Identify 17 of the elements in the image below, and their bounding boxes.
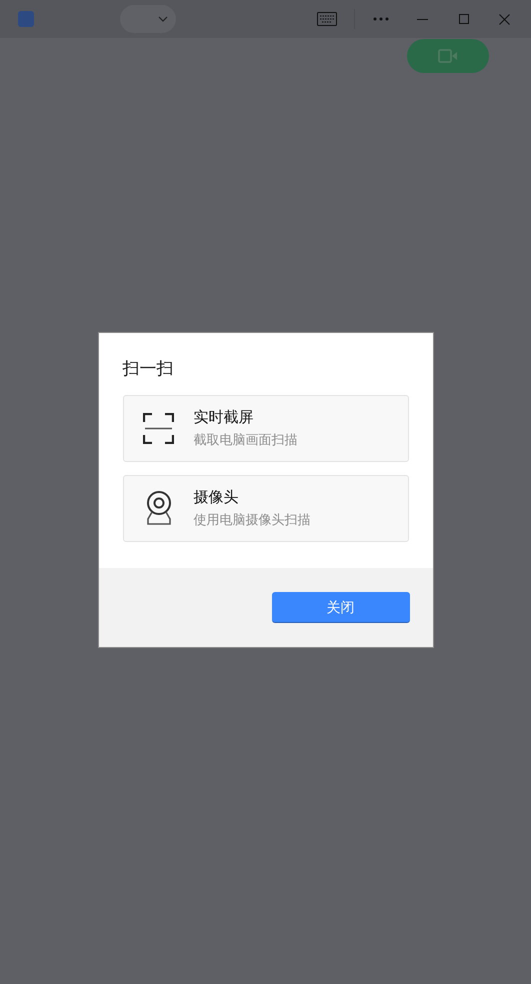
option-title: 实时截屏: [194, 408, 254, 428]
dialog-title: 扫一扫: [122, 358, 174, 380]
scan-frame-icon: [143, 413, 174, 444]
close-button[interactable]: 关闭: [272, 592, 410, 623]
close-icon[interactable]: [499, 14, 510, 24]
webcam-icon: [146, 491, 172, 526]
more-icon[interactable]: [373, 17, 389, 21]
keyboard-icon[interactable]: [317, 12, 337, 26]
option-description: 截取电脑画面扫描: [194, 431, 298, 449]
scan-option-card[interactable]: 实时截屏 截取电脑画面扫描: [122, 395, 408, 462]
option-title: 摄像头: [194, 488, 238, 508]
video-camera-icon: [438, 49, 458, 63]
minimize-icon[interactable]: [417, 18, 428, 20]
scan-option-card[interactable]: 摄像头 使用电脑摄像头扫描: [122, 475, 408, 542]
maximize-icon[interactable]: [459, 14, 469, 24]
option-description: 使用电脑摄像头扫描: [194, 511, 310, 529]
chevron-down-icon: [158, 16, 168, 22]
